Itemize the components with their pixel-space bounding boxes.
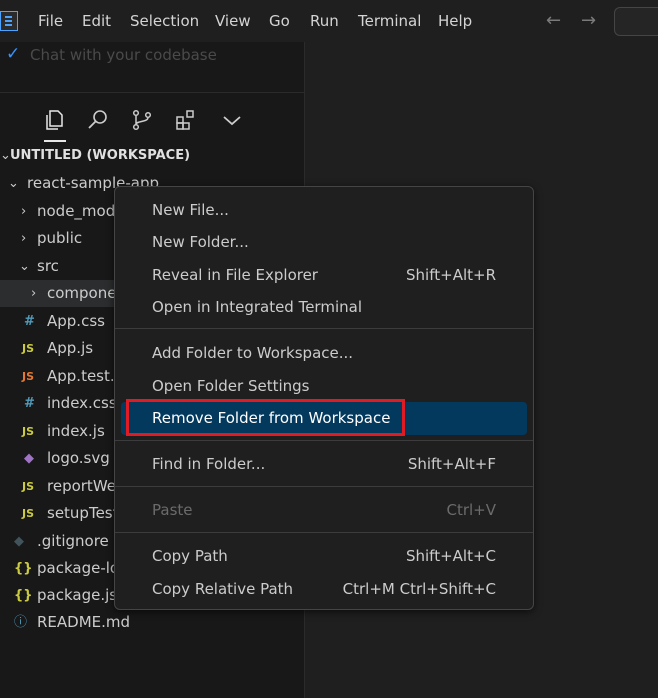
menu-separator (115, 486, 533, 487)
menu-item-label: New Folder... (152, 233, 249, 251)
tree-item-label: logo.svg (47, 449, 110, 467)
menu-terminal[interactable]: Terminal (358, 12, 421, 30)
chevron-down-icon: ⌄ (19, 259, 30, 274)
json-file-icon: {} (14, 588, 33, 603)
tree-item-label: compone (47, 284, 117, 302)
extensions-icon[interactable] (174, 108, 198, 132)
menu-edit[interactable]: Edit (82, 12, 111, 30)
tree-item-label: node_mod (37, 202, 116, 220)
menu-item-new-folder[interactable]: New Folder... (121, 227, 527, 257)
git-file-icon: ◆ (14, 534, 24, 549)
js-test-file-icon: JS (22, 370, 35, 383)
check-icon: ✓ (6, 44, 21, 64)
tree-item-label: src (37, 257, 59, 275)
tree-item-label: App.css (47, 312, 105, 330)
menu-selection[interactable]: Selection (130, 12, 199, 30)
menu-item-new-file[interactable]: New File... (121, 195, 527, 225)
vscode-logo-icon (0, 11, 18, 31)
title-bar: File Edit Selection View Go Run Terminal… (0, 0, 658, 42)
menu-separator (115, 328, 533, 329)
chevron-down-icon[interactable] (220, 108, 244, 132)
menu-go[interactable]: Go (269, 12, 290, 30)
css-file-icon: # (24, 396, 35, 411)
tree-item-label: README.md (37, 613, 131, 631)
tree-item-label: reportWe (47, 477, 116, 495)
menu-item-reveal-in-explorer[interactable]: Reveal in File Explorer Shift+Alt+R (121, 260, 527, 290)
info-icon: ⓘ (14, 615, 28, 630)
tree-item-label: index.css (47, 394, 117, 412)
chat-text: Chat with your codebase (30, 46, 217, 64)
svg-file-icon: ◆ (24, 451, 34, 466)
workspace-title: UNTITLED (WORKSPACE) (10, 148, 191, 163)
menu-item-add-folder-to-workspace[interactable]: Add Folder to Workspace... (121, 338, 527, 368)
menu-item-paste[interactable]: Paste Ctrl+V (121, 495, 527, 525)
js-file-icon: JS (22, 425, 35, 438)
workspace-header[interactable]: ⌄ UNTITLED (WORKSPACE) (0, 142, 304, 169)
menu-item-shortcut: Ctrl+V (446, 501, 496, 519)
menu-item-open-folder-settings[interactable]: Open Folder Settings (121, 371, 527, 401)
menu-item-label: Reveal in File Explorer (152, 266, 318, 284)
menu-item-label: Add Folder to Workspace... (152, 344, 354, 362)
menu-item-copy-path[interactable]: Copy Path Shift+Alt+C (121, 541, 527, 571)
menu-file[interactable]: File (38, 12, 63, 30)
json-file-icon: {} (14, 561, 33, 576)
chevron-right-icon: › (21, 204, 27, 219)
css-file-icon: # (24, 314, 35, 329)
tree-item-label: setupTest (47, 504, 119, 522)
menu-item-shortcut: Ctrl+M Ctrl+Shift+C (342, 580, 496, 598)
chevron-right-icon: › (31, 286, 37, 301)
menu-item-label: Paste (152, 501, 193, 519)
context-menu: New File... New Folder... Reveal in File… (114, 186, 534, 610)
menu-help[interactable]: Help (438, 12, 472, 30)
menu-item-label: New File... (152, 201, 229, 219)
menu-item-label: Open in Integrated Terminal (152, 298, 362, 316)
forward-arrow-icon[interactable]: → (581, 10, 596, 31)
menu-view[interactable]: View (215, 12, 251, 30)
tree-item-label: package-lo (37, 559, 120, 577)
chevron-right-icon: › (21, 231, 27, 246)
menu-item-copy-relative-path[interactable]: Copy Relative Path Ctrl+M Ctrl+Shift+C (121, 574, 527, 604)
js-file-icon: JS (22, 507, 35, 520)
tree-item-label: public (37, 229, 83, 247)
menu-item-label: Copy Relative Path (152, 580, 294, 598)
tree-item-file[interactable]: ⓘ README.md (0, 609, 304, 636)
chat-banner[interactable]: ✓ Chat with your codebase (6, 44, 217, 66)
tree-item-label: App.js (47, 339, 94, 357)
command-center[interactable] (614, 7, 658, 36)
menu-item-shortcut: Shift+Alt+C (405, 547, 496, 565)
back-arrow-icon[interactable]: ← (546, 10, 561, 31)
js-file-icon: JS (22, 480, 35, 493)
menu-item-label: Copy Path (152, 547, 228, 565)
chevron-down-icon: ⌄ (8, 176, 19, 191)
menu-run[interactable]: Run (310, 12, 339, 30)
tree-item-label: index.js (47, 422, 105, 440)
menu-item-shortcut: Shift+Alt+R (406, 266, 496, 284)
tree-item-label: .gitignore (37, 532, 109, 550)
menu-separator (115, 532, 533, 533)
menu-item-label: Find in Folder... (152, 455, 266, 473)
menu-item-label: Open Folder Settings (152, 377, 310, 395)
js-file-icon: JS (22, 342, 35, 355)
menu-item-shortcut: Shift+Alt+F (407, 455, 496, 473)
menu-separator (115, 440, 533, 441)
menu-item-find-in-folder[interactable]: Find in Folder... Shift+Alt+F (121, 449, 527, 479)
annotation-highlight-box (126, 399, 405, 436)
divider (0, 92, 304, 93)
tree-item-label: App.test.j (47, 367, 119, 385)
source-control-icon[interactable] (130, 108, 154, 132)
menu-item-open-terminal[interactable]: Open in Integrated Terminal (121, 292, 527, 322)
search-icon[interactable] (86, 108, 110, 132)
explorer-files-icon[interactable] (42, 108, 66, 132)
tree-item-label: package.jso (37, 586, 127, 604)
